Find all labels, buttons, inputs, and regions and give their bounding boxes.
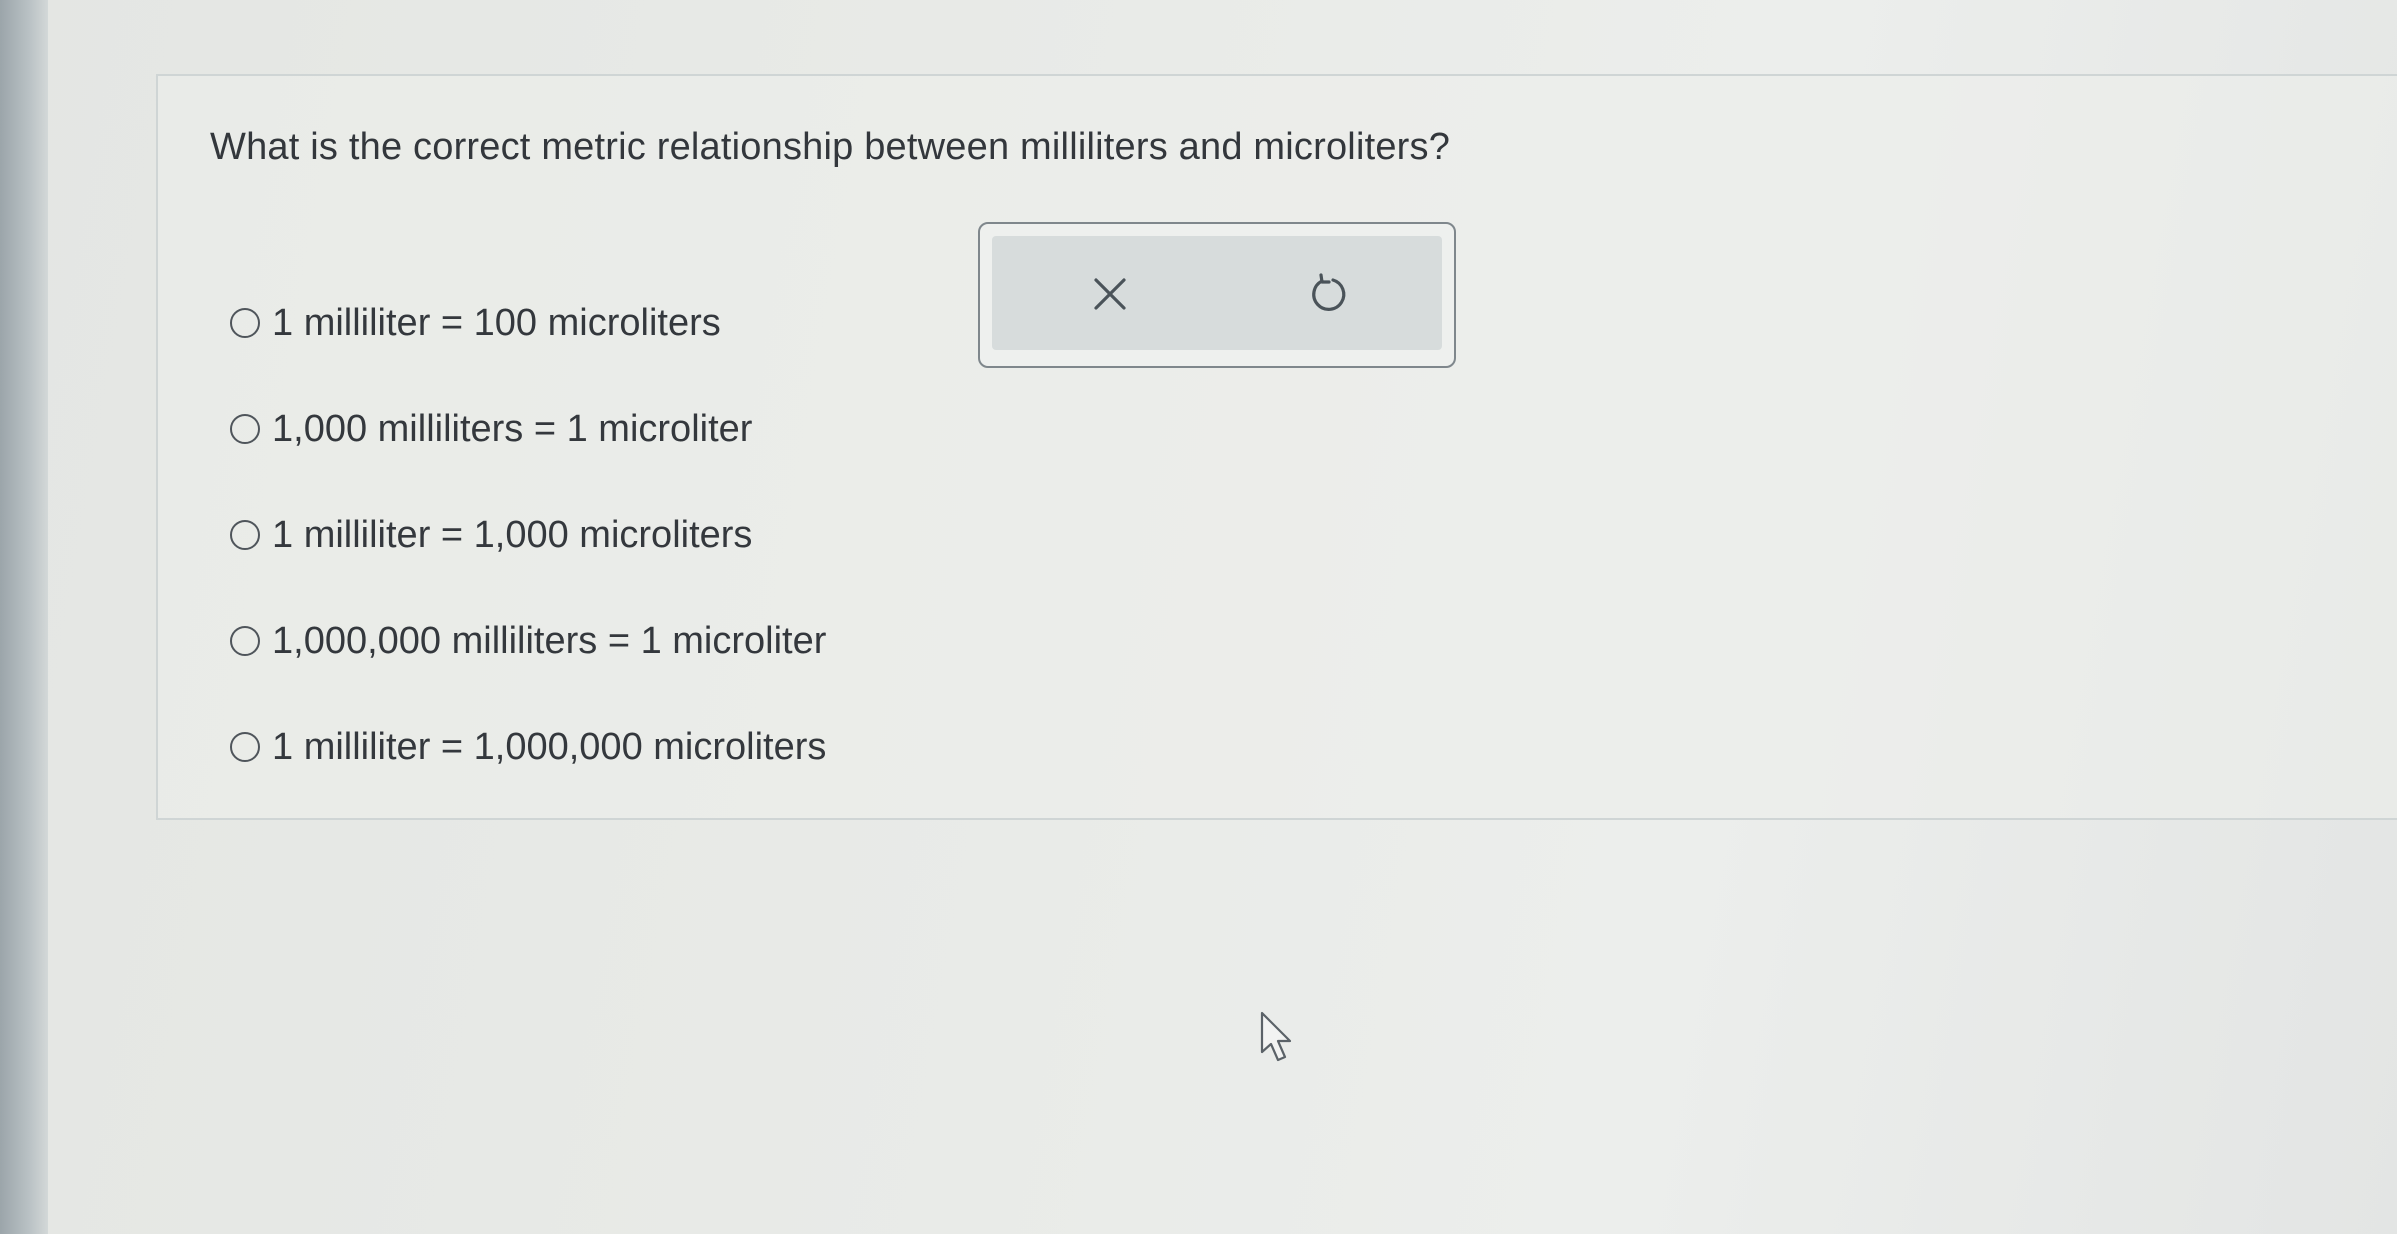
answer-option-2[interactable]: 1,000 milliliters = 1 microliter bbox=[230, 376, 826, 482]
answer-action-panel bbox=[992, 236, 1442, 350]
clear-answer-button[interactable] bbox=[1082, 266, 1138, 322]
answer-option-1[interactable]: 1 milliliter = 100 microliters bbox=[230, 270, 826, 376]
answer-option-5[interactable]: 1 milliliter = 1,000,000 microliters bbox=[230, 694, 826, 800]
answer-action-toolbar bbox=[978, 222, 1456, 368]
radio-button[interactable] bbox=[230, 308, 260, 338]
answer-option-label: 1,000 milliliters = 1 microliter bbox=[272, 407, 753, 450]
answer-option-3[interactable]: 1 milliliter = 1,000 microliters bbox=[230, 482, 826, 588]
answer-option-label: 1 milliliter = 1,000 microliters bbox=[272, 513, 753, 556]
answer-options: 1 milliliter = 100 microliters 1,000 mil… bbox=[230, 270, 826, 800]
radio-button[interactable] bbox=[230, 732, 260, 762]
screen-bezel-edge bbox=[0, 0, 48, 1234]
mouse-pointer-icon bbox=[1260, 1011, 1292, 1062]
undo-icon bbox=[1312, 273, 1346, 311]
answer-option-4[interactable]: 1,000,000 milliliters = 1 microliter bbox=[230, 588, 826, 694]
radio-button[interactable] bbox=[230, 520, 260, 550]
radio-button[interactable] bbox=[230, 626, 260, 656]
answer-option-label: 1,000,000 milliliters = 1 microliter bbox=[272, 619, 827, 662]
question-text: What is the correct metric relationship … bbox=[210, 126, 1451, 168]
answer-option-label: 1 milliliter = 100 microliters bbox=[272, 301, 721, 344]
answer-option-label: 1 milliliter = 1,000,000 microliters bbox=[272, 725, 827, 768]
reset-answer-button[interactable] bbox=[1302, 266, 1358, 322]
close-icon bbox=[1094, 278, 1126, 310]
radio-button[interactable] bbox=[230, 414, 260, 444]
